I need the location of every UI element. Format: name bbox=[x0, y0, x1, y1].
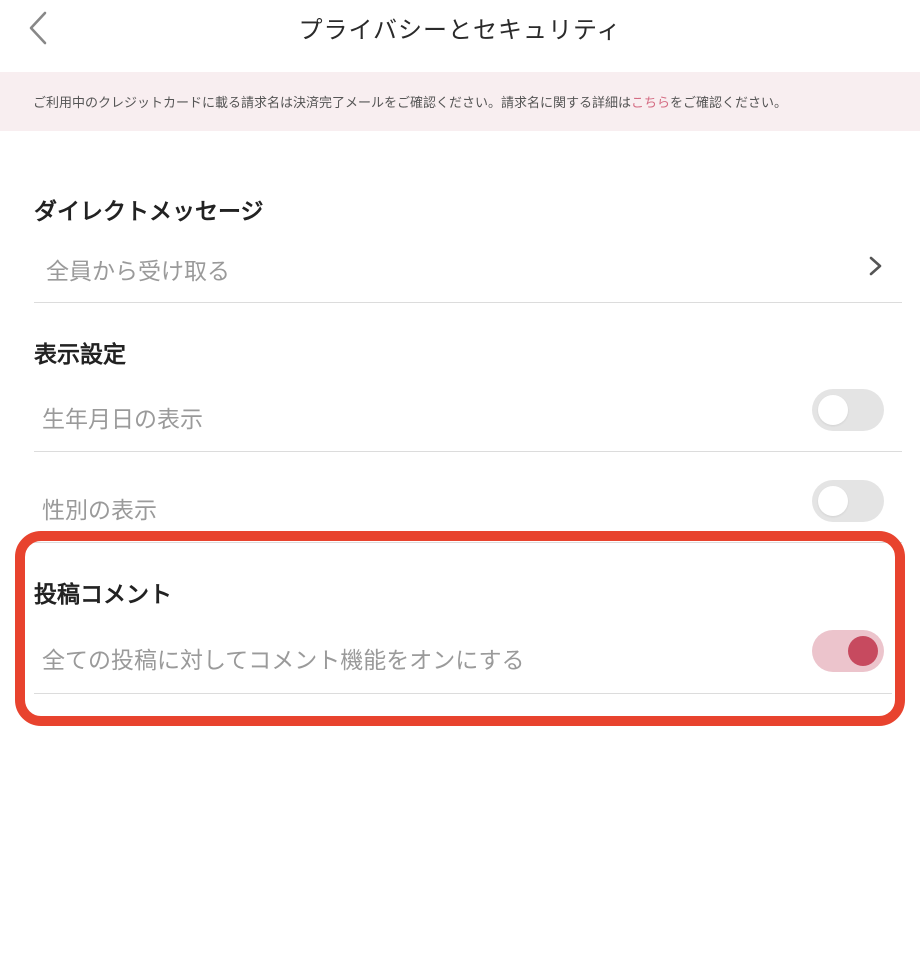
notice-text-after: をご確認ください。 bbox=[670, 96, 788, 111]
chevron-right-icon[interactable] bbox=[866, 254, 886, 278]
birthday-display-toggle[interactable] bbox=[812, 389, 884, 431]
notice-link[interactable]: こちら bbox=[631, 92, 670, 111]
toggle-knob bbox=[818, 395, 848, 425]
notice-text-before: ご利用中のクレジットカードに載る請求名は決済完了メールをご確認ください。請求名に… bbox=[33, 96, 632, 111]
divider bbox=[34, 451, 902, 452]
display-settings-section-title: 表示設定 bbox=[34, 342, 126, 368]
post-comment-section-title: 投稿コメント bbox=[34, 582, 172, 608]
direct-message-row[interactable]: 全員から受け取る bbox=[34, 240, 902, 302]
comment-feature-label: 全ての投稿に対してコメント機能をオンにする bbox=[42, 648, 525, 674]
gender-display-toggle[interactable] bbox=[812, 480, 884, 522]
highlight-box bbox=[15, 531, 905, 726]
header-bar: プライバシーとセキュリティ bbox=[0, 0, 920, 72]
direct-message-section-title: ダイレクトメッセージ bbox=[34, 199, 264, 225]
page-title: プライバシーとセキュリティ bbox=[298, 16, 622, 44]
divider bbox=[34, 693, 892, 694]
direct-message-value: 全員から受け取る bbox=[46, 259, 230, 285]
divider bbox=[34, 302, 902, 303]
birthday-display-label: 生年月日の表示 bbox=[42, 407, 203, 433]
toggle-knob bbox=[818, 486, 848, 516]
toggle-knob bbox=[848, 636, 878, 666]
comment-feature-toggle[interactable] bbox=[812, 630, 884, 672]
gender-display-label: 性別の表示 bbox=[42, 498, 157, 524]
billing-notice-banner: ご利用中のクレジットカードに載る請求名は決済完了メールをご確認ください。請求名に… bbox=[0, 72, 920, 131]
divider bbox=[34, 542, 902, 543]
